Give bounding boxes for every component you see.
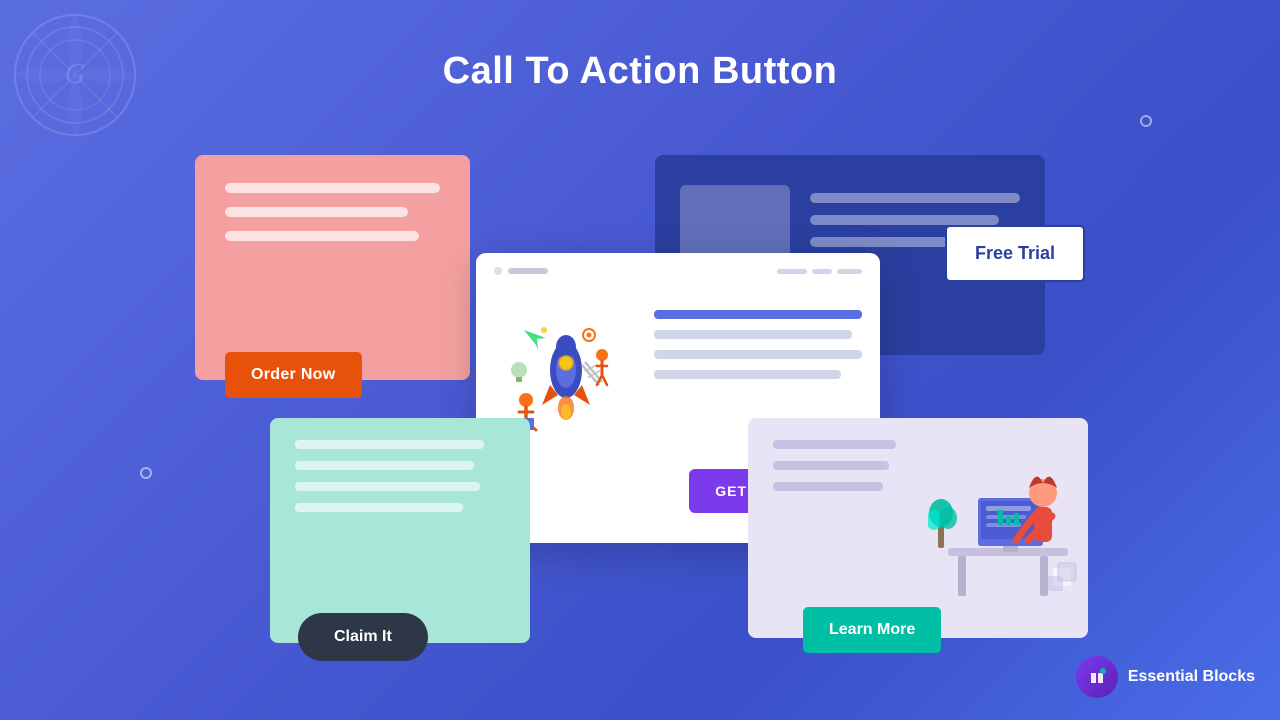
card-line (810, 215, 999, 225)
card-line (225, 183, 440, 193)
decorative-dot-left (140, 467, 152, 479)
branding: Essential Blocks (1076, 656, 1255, 698)
card-pink-content (195, 155, 470, 275)
card-top-bar (476, 253, 880, 275)
card-line (295, 503, 463, 512)
text-line (654, 330, 852, 339)
page-title: Call To Action Button (443, 50, 838, 93)
card-line (225, 207, 408, 217)
branding-name: Essential Blocks (1128, 668, 1255, 686)
card-order-now: Order Now (195, 155, 470, 380)
text-line-highlight (654, 310, 862, 319)
card-line (773, 482, 883, 491)
card-line (225, 231, 419, 241)
card-text-area (654, 290, 862, 390)
claim-it-button[interactable]: Claim It (298, 613, 428, 661)
card-line (295, 482, 480, 491)
window-bar (508, 268, 548, 274)
rocket-illustration (494, 290, 639, 435)
person-desk-illustration (928, 428, 1078, 608)
card-purple-content (748, 418, 935, 518)
window-dash (777, 269, 807, 274)
card-mint-content (270, 418, 530, 539)
card-claim-it: Claim It (270, 418, 530, 643)
card-center-content (476, 275, 880, 435)
window-dash (837, 269, 862, 274)
card-line (295, 461, 474, 470)
order-now-button[interactable]: Order Now (225, 352, 362, 398)
window-dot-1 (494, 267, 502, 275)
free-trial-button[interactable]: Free Trial (945, 225, 1085, 282)
decorative-dot-right (1140, 115, 1152, 127)
learn-more-button[interactable]: Learn More (803, 607, 941, 653)
text-line (654, 370, 841, 379)
text-line (654, 350, 862, 359)
watermark-logo: G (10, 10, 140, 140)
card-line (773, 440, 896, 449)
card-line (810, 193, 1020, 203)
card-line (773, 461, 889, 470)
card-line (295, 440, 484, 449)
branding-icon (1076, 656, 1118, 698)
card-learn-more: Learn More (748, 418, 1088, 638)
window-dash (812, 269, 832, 274)
